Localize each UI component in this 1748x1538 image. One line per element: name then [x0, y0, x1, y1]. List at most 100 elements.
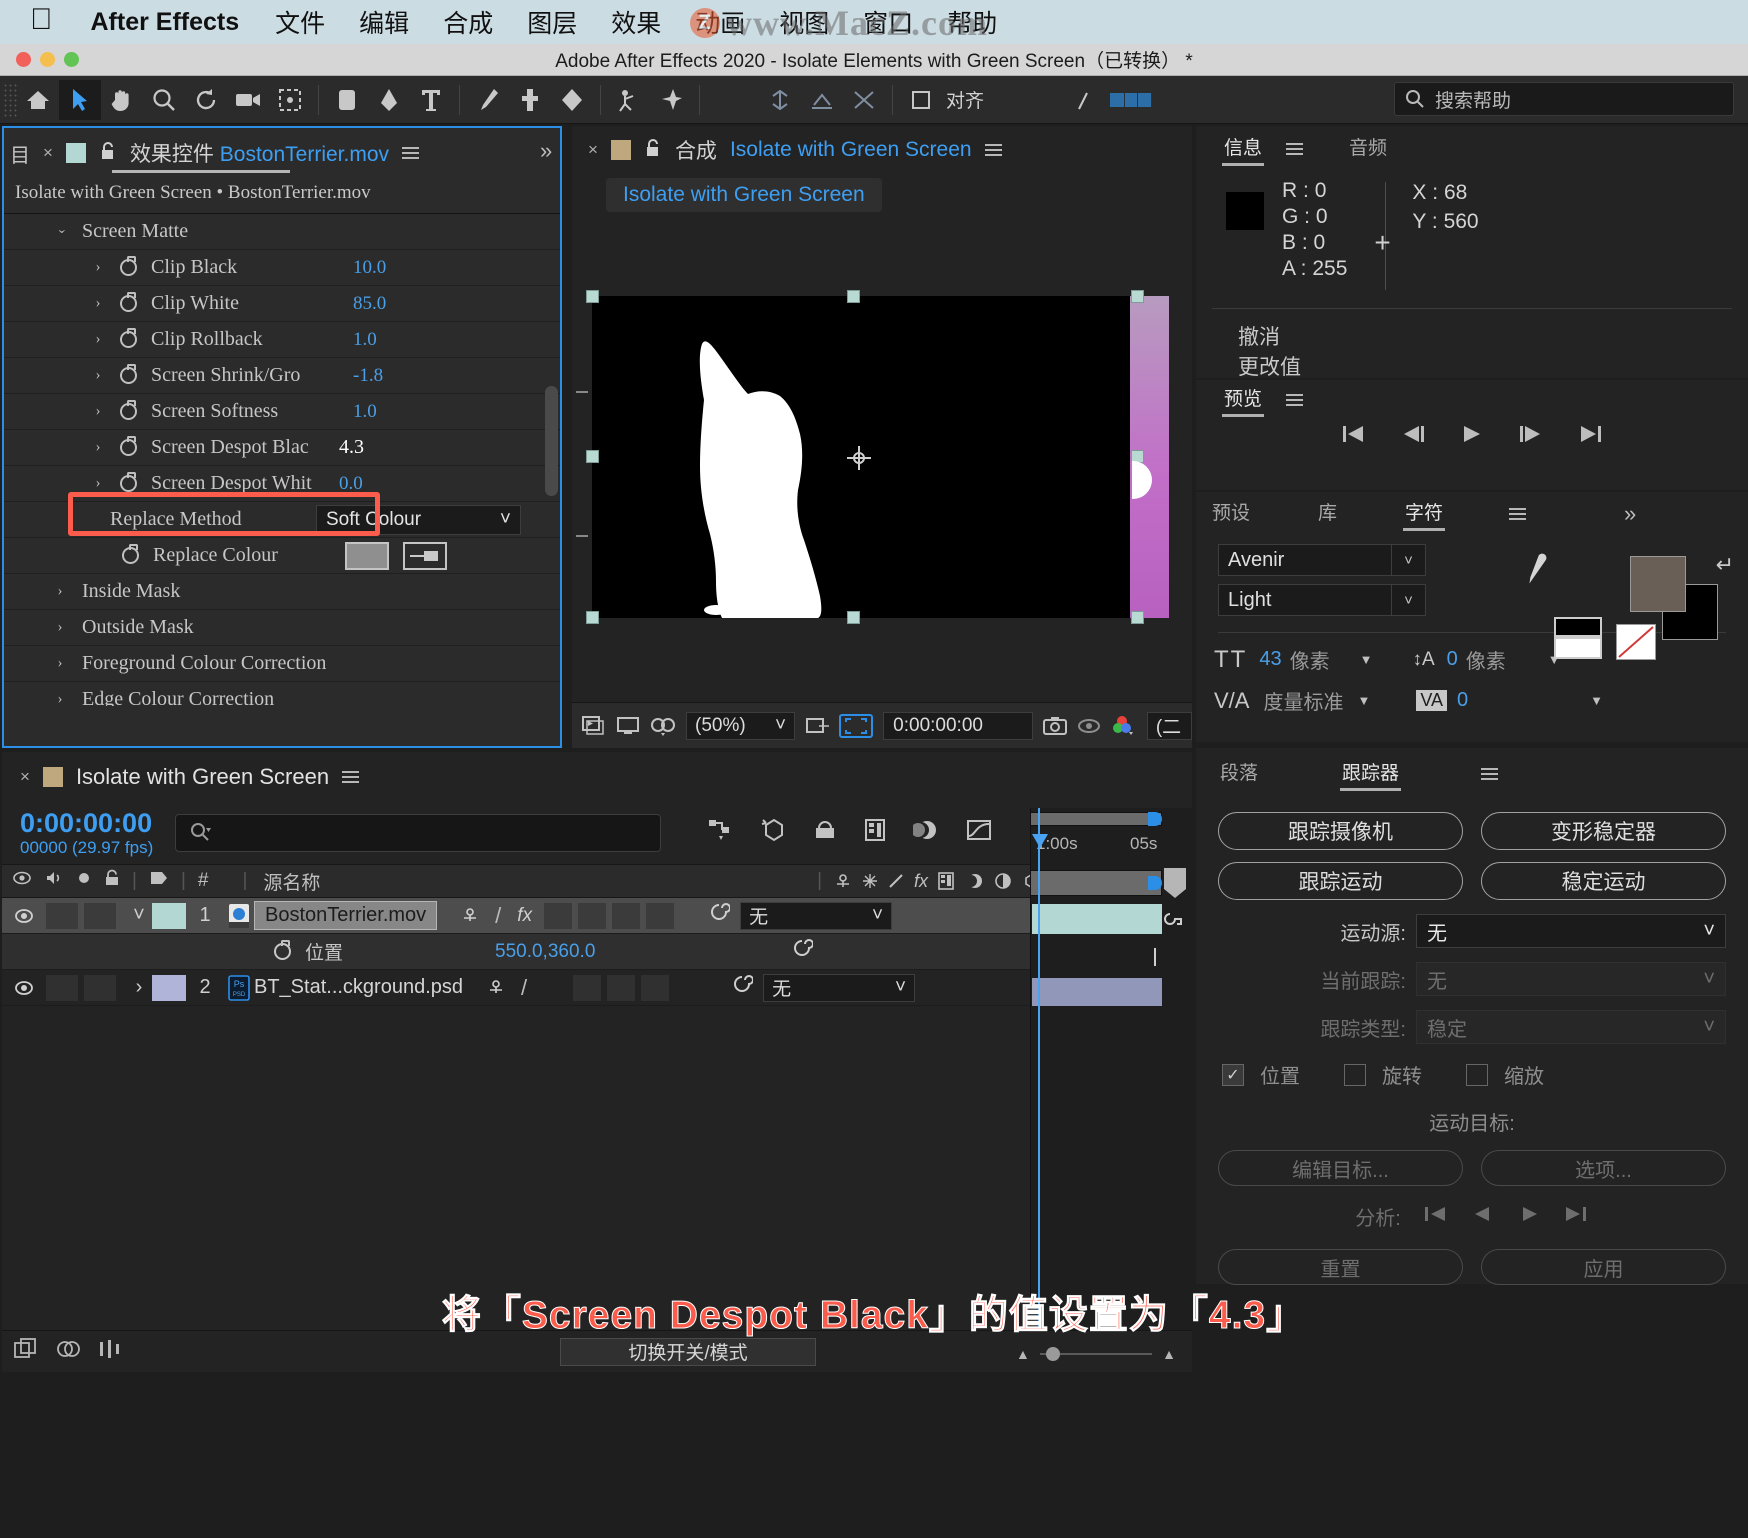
fill-stroke-toggle-icon[interactable] — [1554, 616, 1604, 660]
leading-value[interactable]: 0 — [1447, 648, 1458, 671]
panel-menu-icon[interactable] — [1286, 143, 1304, 155]
shape-tool-icon[interactable] — [326, 80, 368, 120]
layer-name[interactable]: BostonTerrier.mov — [254, 901, 438, 930]
video-toggle-icon[interactable] — [12, 870, 32, 892]
lock-icon[interactable] — [99, 141, 117, 166]
chevron-right-icon[interactable]: › — [90, 331, 106, 348]
apply-button[interactable]: 应用 — [1481, 1249, 1726, 1285]
eyedropper-icon[interactable] — [403, 541, 447, 570]
clone-stamp-tool-icon[interactable] — [509, 80, 551, 120]
graph-editor-icon[interactable] — [966, 818, 992, 848]
puppet-tool-icon[interactable] — [650, 80, 692, 120]
analyze-back-one-icon[interactable] — [1471, 1205, 1495, 1229]
view-quality-dropdown[interactable]: (二 — [1146, 711, 1192, 740]
tab-info[interactable]: 信息 — [1222, 133, 1265, 166]
kerning-dropdown-icon[interactable]: ▼ — [1357, 693, 1370, 708]
position-checkbox[interactable]: ✓ — [1222, 1063, 1244, 1086]
stopwatch-icon[interactable] — [120, 436, 137, 456]
tab-presets[interactable]: 预设 — [1210, 498, 1252, 531]
parent-select[interactable]: 无 ˅ — [763, 973, 916, 1002]
close-icon[interactable]: × — [43, 143, 53, 163]
font-style-select[interactable]: Light ˅ — [1218, 584, 1426, 616]
work-area-knob[interactable] — [1148, 876, 1162, 890]
timeline-search-input[interactable] — [175, 814, 662, 852]
frame-blending-icon[interactable] — [864, 818, 886, 848]
align-panel-icon[interactable] — [900, 80, 942, 120]
camera-tool-icon[interactable] — [227, 80, 269, 120]
replace-colour-row[interactable]: Replace Colour — [4, 538, 560, 574]
layer-audio-toggle[interactable] — [46, 902, 78, 929]
text-tool-icon[interactable] — [410, 80, 452, 120]
chevron-right-icon[interactable]: › — [52, 619, 68, 636]
menu-view[interactable]: 视图 — [779, 4, 829, 40]
label-column-icon[interactable] — [149, 870, 169, 892]
layer-switch-box[interactable] — [544, 902, 573, 929]
effect-group-screen-matte[interactable]: › Screen Matte — [4, 214, 560, 250]
selection-handle[interactable] — [1131, 290, 1144, 303]
panel-menu-icon[interactable] — [402, 147, 420, 159]
property-value[interactable]: 1.0 — [353, 329, 377, 351]
current-timecode[interactable]: 0:00:00:00 — [20, 808, 153, 838]
home-icon[interactable] — [17, 80, 59, 120]
track-camera-button[interactable]: 跟踪摄像机 — [1218, 812, 1463, 850]
panel-menu-icon[interactable] — [1509, 508, 1527, 520]
selection-tool-icon[interactable] — [59, 79, 101, 120]
align-distribute-icon[interactable] — [843, 80, 885, 120]
current-track-select[interactable]: 无 ˅ — [1416, 962, 1726, 996]
chevron-right-icon[interactable]: › — [90, 295, 106, 312]
layer-name[interactable]: BT_Stat...ckground.psd — [254, 976, 463, 999]
analyze-forward-all-icon[interactable] — [1563, 1205, 1589, 1229]
hand-tool-icon[interactable] — [101, 80, 143, 120]
layer-video-toggle[interactable] — [2, 979, 46, 997]
menu-window[interactable]: 窗口 — [863, 4, 913, 40]
lock-icon[interactable] — [644, 138, 662, 163]
lock-toggle-icon[interactable] — [104, 869, 120, 893]
apple-logo-icon[interactable]:  — [30, 5, 53, 35]
tracking-value[interactable]: 0 — [1457, 689, 1468, 712]
font-size-value[interactable]: 43 — [1259, 648, 1281, 671]
rotation-tool-icon[interactable] — [185, 80, 227, 120]
hide-shy-layers-icon[interactable] — [813, 819, 837, 847]
layer-expand-icon[interactable]: › — [126, 976, 152, 999]
table-row[interactable]: ˅ 1 BostonTerrier.mov / fx 无 ˅ — [2, 898, 1192, 934]
font-family-select[interactable]: Avenir ˅ — [1218, 544, 1426, 576]
menu-file[interactable]: 文件 — [275, 4, 325, 40]
property-value[interactable]: 0.0 — [339, 473, 363, 495]
stopwatch-icon[interactable] — [274, 940, 291, 960]
property-row[interactable]: › Screen Softness 1.0 — [4, 394, 560, 430]
selection-handle[interactable] — [586, 450, 599, 463]
resolution-icon[interactable] — [805, 716, 830, 736]
layer-effects-icon[interactable]: fx — [517, 905, 532, 927]
tab-preview[interactable]: 预览 — [1222, 384, 1265, 417]
prev-frame-icon[interactable] — [1401, 424, 1427, 450]
section-foreground-colour-correction[interactable]: › Foreground Colour Correction — [4, 646, 560, 682]
color-channels-icon[interactable] — [1111, 715, 1137, 737]
tab-libraries[interactable]: 库 — [1316, 498, 1339, 531]
panel-menu-icon[interactable] — [984, 144, 1002, 156]
section-inside-mask[interactable]: › Inside Mask — [4, 574, 560, 610]
selection-handle[interactable] — [847, 290, 860, 303]
table-row[interactable]: › 2 Ps PSD BT_Stat...ckground.psd / 无 ˅ — [2, 970, 1192, 1006]
selection-handle[interactable] — [1131, 611, 1144, 624]
last-frame-icon[interactable] — [1577, 424, 1603, 450]
zoom-out-icon[interactable]: ▲ — [1016, 1346, 1030, 1362]
layer-switch-box[interactable] — [646, 902, 675, 929]
play-icon[interactable] — [1461, 424, 1483, 450]
property-row-position[interactable]: 位置 550.0,360.0 — [2, 934, 1192, 970]
track-motion-button[interactable]: 跟踪运动 — [1218, 862, 1463, 900]
align-left-icon[interactable] — [759, 80, 801, 120]
reset-button[interactable]: 重置 — [1218, 1249, 1463, 1285]
stopwatch-icon[interactable] — [120, 400, 137, 420]
draft-3d-icon[interactable] — [760, 817, 786, 849]
layer-quality-icon[interactable]: / — [495, 903, 501, 929]
close-icon[interactable]: × — [588, 140, 598, 160]
tracking-dropdown-icon[interactable]: ▼ — [1590, 693, 1603, 708]
font-size-dropdown-icon[interactable]: ▼ — [1360, 652, 1373, 667]
options-button[interactable]: 选项... — [1481, 1150, 1726, 1186]
stopwatch-icon[interactable] — [122, 544, 139, 564]
close-icon[interactable]: × — [20, 767, 30, 787]
property-row[interactable]: › Screen Shrink/Gro -1.8 — [4, 358, 560, 394]
roto-brush-tool-icon[interactable] — [608, 80, 650, 120]
parent-pickwhip-icon[interactable] — [708, 902, 732, 930]
eraser-tool-icon[interactable] — [551, 80, 593, 120]
